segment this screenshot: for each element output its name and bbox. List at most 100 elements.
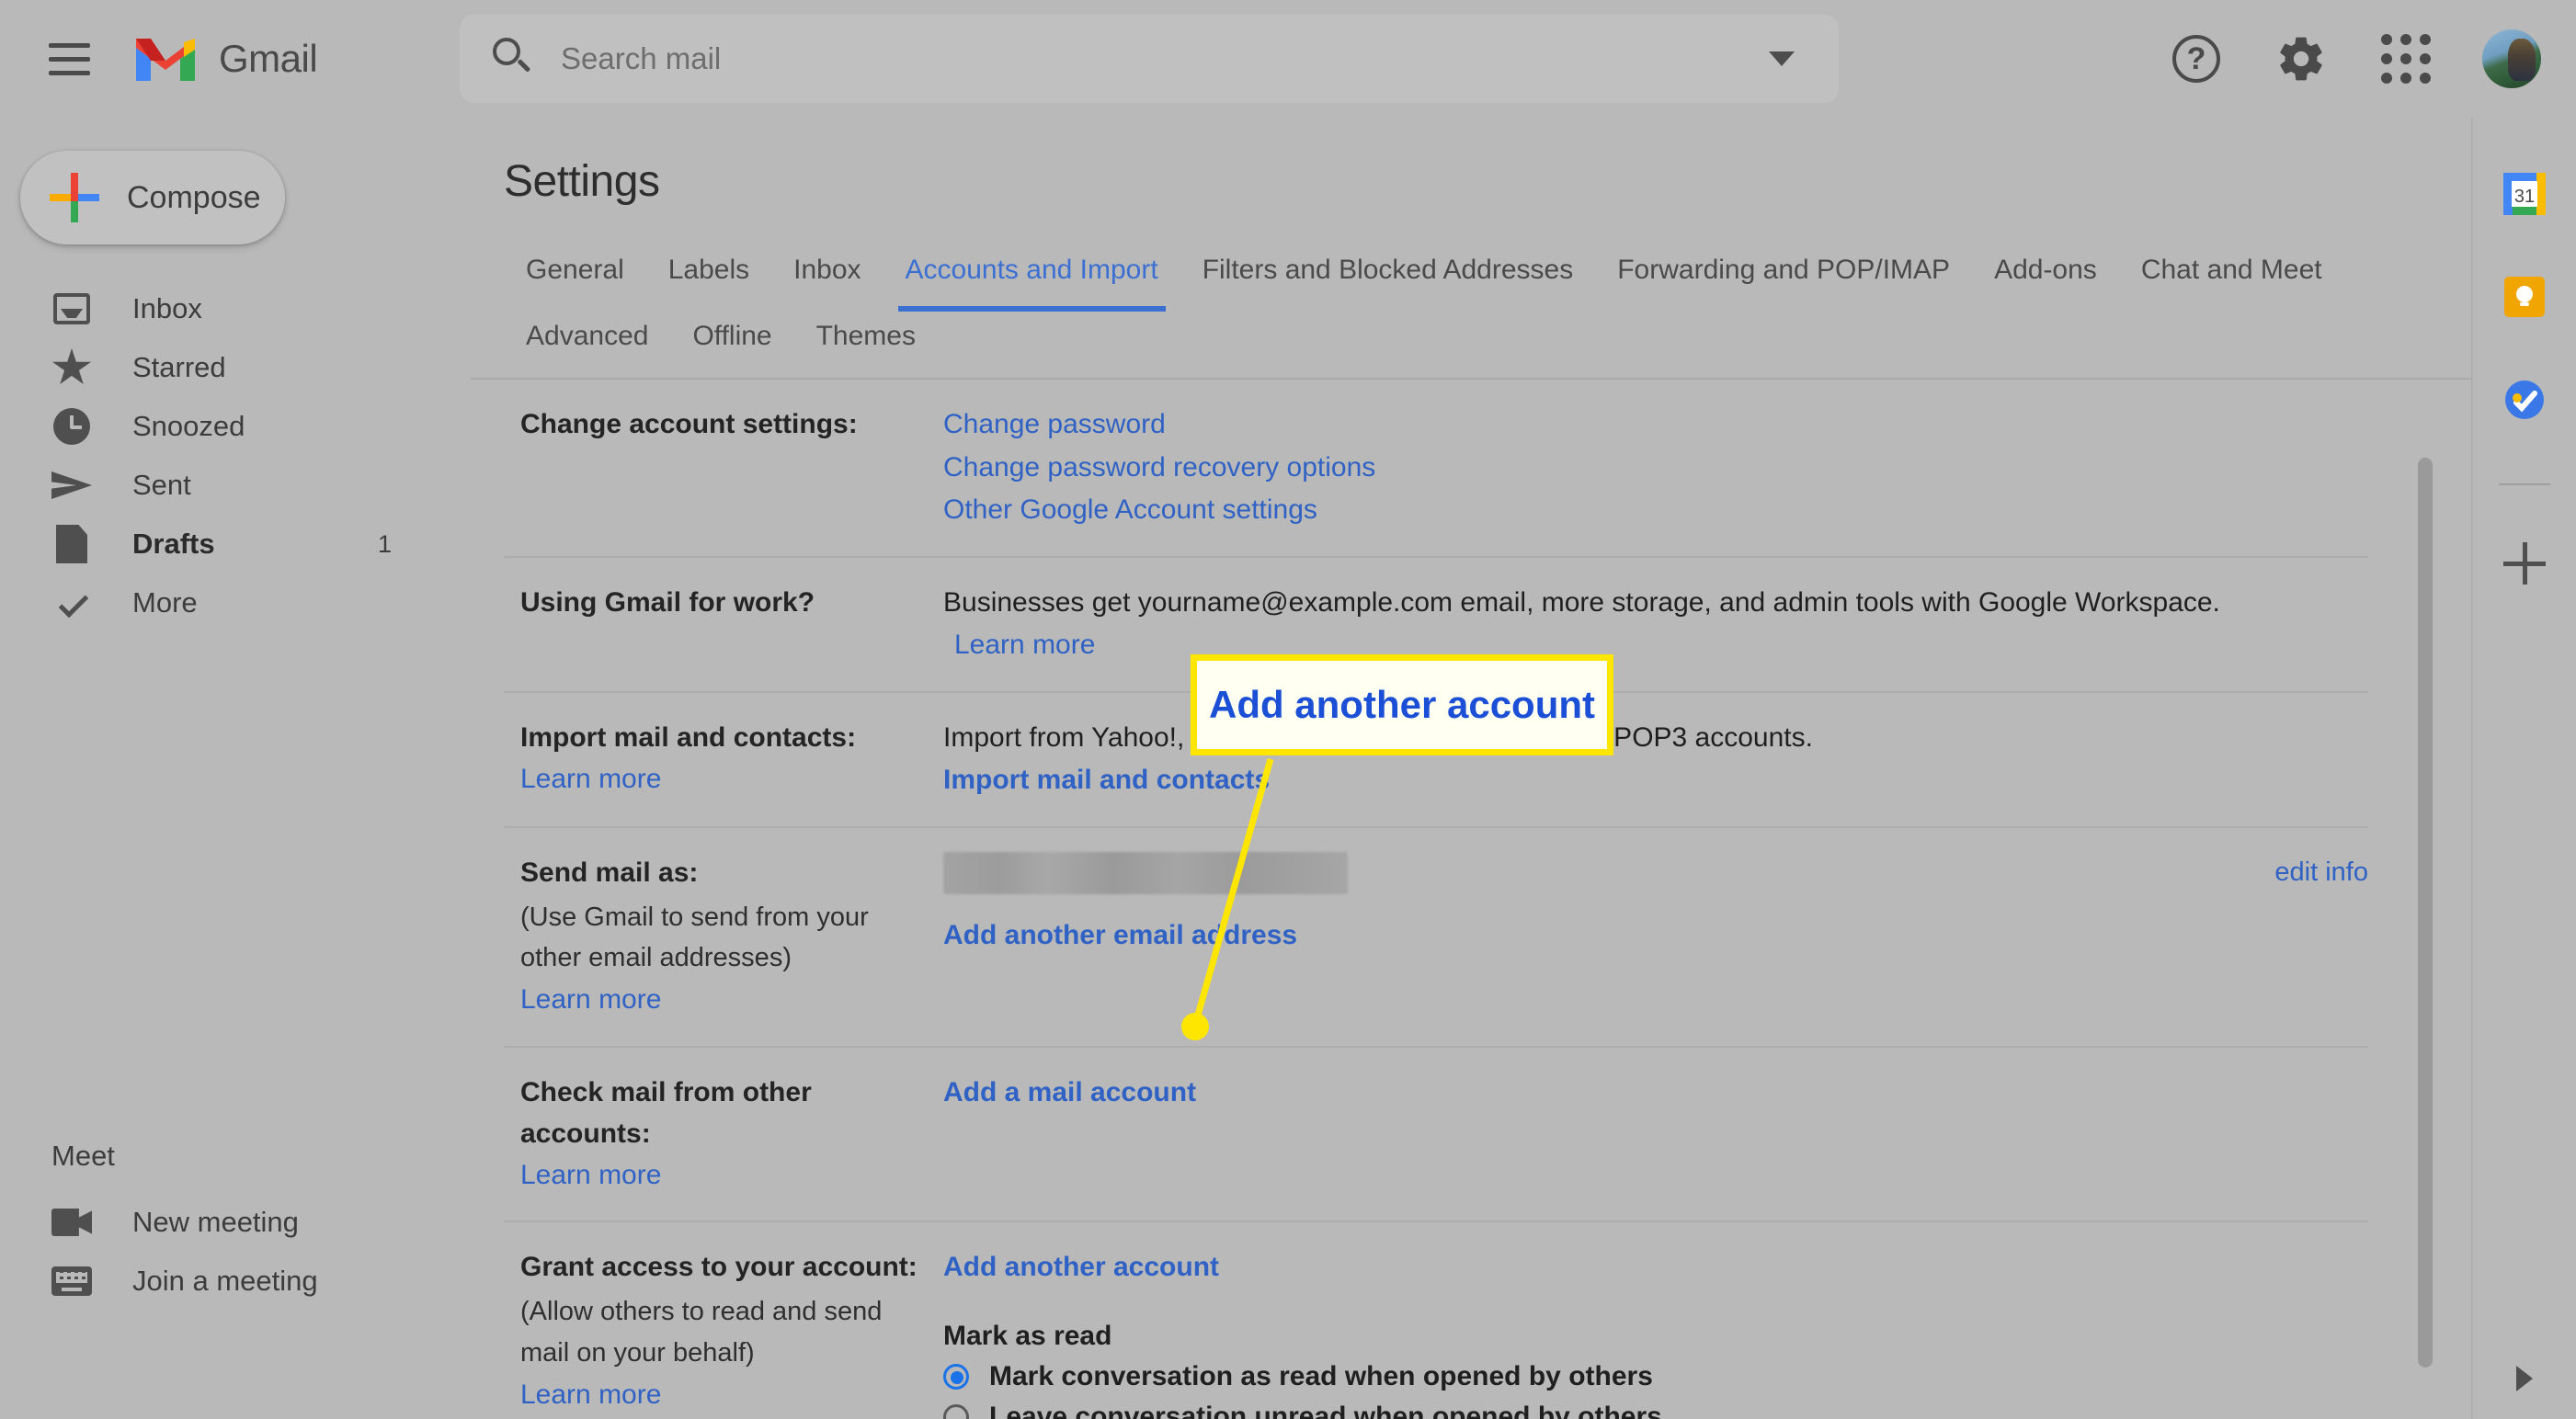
avatar[interactable] (2482, 29, 2541, 88)
row-label-col: Send mail as: (Use Gmail to send from yo… (520, 852, 943, 1022)
radio-mark-conversation-as-read[interactable] (943, 1363, 969, 1390)
sidebar-item-join-meeting[interactable]: Join a meeting (0, 1252, 471, 1311)
tab-labels[interactable]: Labels (646, 245, 771, 312)
row-label: Send mail as: (520, 857, 699, 888)
workspace-learn-more-link[interactable]: Learn more (954, 624, 1095, 667)
rail-divider (2499, 483, 2550, 485)
sidebar-item-label: New meeting (132, 1206, 299, 1238)
sidebar-item-label: Snoozed (132, 410, 245, 442)
settings-scrollbar[interactable] (2418, 458, 2433, 1368)
search-input[interactable] (561, 41, 1769, 76)
tab-filters-and-blocked-addresses[interactable]: Filters and Blocked Addresses (1180, 245, 1596, 312)
check-mail-learn-more-link[interactable]: Learn more (520, 1154, 661, 1198)
import-mail-and-contacts-link[interactable]: Import mail and contacts (943, 759, 1270, 802)
edit-info-link[interactable]: edit info (2274, 857, 2368, 888)
tab-general[interactable]: General (504, 245, 646, 312)
search-bar[interactable] (460, 15, 1839, 103)
sidebar-item-starred[interactable]: Starred (0, 338, 471, 397)
row-label: Grant access to your account: (520, 1252, 918, 1283)
svg-text:31: 31 (2514, 187, 2535, 207)
callout-text: Add another account (1208, 683, 1596, 726)
google-apps-button[interactable] (2377, 30, 2434, 87)
row-send-mail-as: Send mail as: (Use Gmail to send from yo… (504, 828, 2368, 1048)
compose-button[interactable]: Compose (20, 151, 285, 244)
tab-themes[interactable]: Themes (794, 312, 938, 378)
sidebar-nav: Inbox Starred Snoozed Sent Drafts 1 More (0, 279, 471, 632)
sidebar-item-label: More (132, 586, 198, 619)
add-a-mail-account-link[interactable]: Add a mail account (943, 1072, 1196, 1115)
send-mail-as-learn-more-link[interactable]: Learn more (520, 979, 661, 1022)
sidebar-item-sent[interactable]: Sent (0, 456, 471, 515)
row-grant-access-to-your-account: Grant access to your account: (Allow oth… (504, 1222, 2368, 1419)
settings-tabs: General Labels Inbox Accounts and Import… (471, 245, 2471, 380)
row-label-col: Grant access to your account: (Allow oth… (520, 1246, 943, 1416)
keyboard-icon (51, 1261, 92, 1301)
meet-section: Meet New meeting Join a meeting (0, 1140, 471, 1311)
sidebar-item-snoozed[interactable]: Snoozed (0, 397, 471, 456)
mark-as-read-option-1[interactable]: Mark conversation as read when opened by… (943, 1361, 2368, 1392)
add-another-account-link[interactable]: Add another account (943, 1246, 1219, 1289)
sidebar-item-more[interactable]: More (0, 573, 471, 632)
add-another-email-address-link[interactable]: Add another email address (943, 914, 1297, 958)
search-options-chevron-down-icon[interactable] (1769, 51, 1795, 66)
draft-document-icon (51, 524, 92, 564)
row-check-mail-from-other-accounts: Check mail from other accounts: Learn mo… (504, 1048, 2368, 1223)
mark-as-read-group: Mark as read Mark conversation as read w… (943, 1321, 2368, 1419)
google-keep-icon[interactable] (2500, 272, 2549, 322)
grant-access-learn-more-link[interactable]: Learn more (520, 1374, 661, 1417)
sidebar-item-label: Starred (132, 351, 226, 383)
redacted-email-address (943, 851, 1348, 894)
video-camera-icon (51, 1202, 92, 1243)
gmail-wordmark: Gmail (219, 37, 318, 80)
tab-add-ons[interactable]: Add-ons (1972, 245, 2119, 312)
sidebar-item-inbox[interactable]: Inbox (0, 279, 471, 338)
tab-offline[interactable]: Offline (670, 312, 793, 378)
mark-as-read-option-2[interactable]: Leave conversation unread when opened by… (943, 1402, 2368, 1419)
change-password-link[interactable]: Change password (943, 403, 1166, 447)
tab-accounts-and-import[interactable]: Accounts and Import (883, 245, 1180, 312)
support-button[interactable]: ? (2168, 30, 2225, 87)
row-value-col: Change password Change password recovery… (943, 403, 2368, 532)
gmail-brand[interactable]: Gmail (132, 33, 318, 85)
other-google-account-settings-link[interactable]: Other Google Account settings (943, 489, 1317, 532)
row-label: Import mail and contacts: (520, 721, 857, 753)
apps-grid-icon (2381, 34, 2431, 84)
meet-section-title: Meet (51, 1140, 115, 1172)
right-side-panel: 31 (2471, 118, 2576, 1419)
sidebar-item-drafts[interactable]: Drafts 1 (0, 515, 471, 573)
sidebar-item-label: Inbox (132, 292, 202, 324)
row-change-account-settings: Change account settings: Change password… (504, 380, 2368, 558)
clock-icon (51, 406, 92, 447)
search-icon (493, 38, 535, 80)
main-menu-icon[interactable] (28, 17, 110, 100)
row-label-col: Change account settings: (520, 403, 943, 445)
sidebar-item-new-meeting[interactable]: New meeting (0, 1193, 471, 1252)
row-label-col: Using Gmail for work? (520, 582, 943, 623)
row-value-col: Add another account Mark as read Mark co… (943, 1246, 2368, 1419)
row-label: Change account settings: (520, 409, 858, 439)
help-question-icon: ? (2172, 35, 2220, 83)
tab-inbox[interactable]: Inbox (771, 245, 883, 312)
sidebar-item-label: Join a meeting (132, 1265, 318, 1297)
row-label: Using Gmail for work? (520, 586, 815, 618)
row-value-col: Import from Yahoo!, Hotmail, AOL, or oth… (943, 717, 2368, 802)
change-password-recovery-options-link[interactable]: Change password recovery options (943, 447, 1375, 490)
send-icon (51, 465, 92, 505)
tab-forwarding-and-pop-imap[interactable]: Forwarding and POP/IMAP (1595, 245, 1972, 312)
tab-advanced[interactable]: Advanced (504, 312, 670, 378)
radio-leave-conversation-unread[interactable] (943, 1403, 969, 1419)
settings-button[interactable] (2273, 30, 2330, 87)
import-description: Import from Yahoo!, Hotmail, AOL, or oth… (943, 721, 1813, 753)
top-bar: Gmail ? (0, 0, 2576, 118)
gear-icon (2275, 33, 2327, 85)
row-sublabel: (Use Gmail to send from your other email… (520, 902, 869, 973)
add-addon-plus-icon[interactable] (2503, 542, 2546, 585)
sidebar-item-label: Drafts (132, 528, 215, 560)
expand-panel-arrow-icon[interactable] (2516, 1366, 2533, 1391)
tab-chat-and-meet[interactable]: Chat and Meet (2119, 245, 2344, 312)
settings-panel: Settings General Labels Inbox Accounts a… (471, 118, 2471, 1419)
gmail-settings-window: Gmail ? (0, 0, 2576, 1419)
google-tasks-icon[interactable] (2500, 375, 2549, 425)
google-calendar-icon[interactable]: 31 (2500, 169, 2549, 219)
import-learn-more-link[interactable]: Learn more (520, 758, 661, 801)
